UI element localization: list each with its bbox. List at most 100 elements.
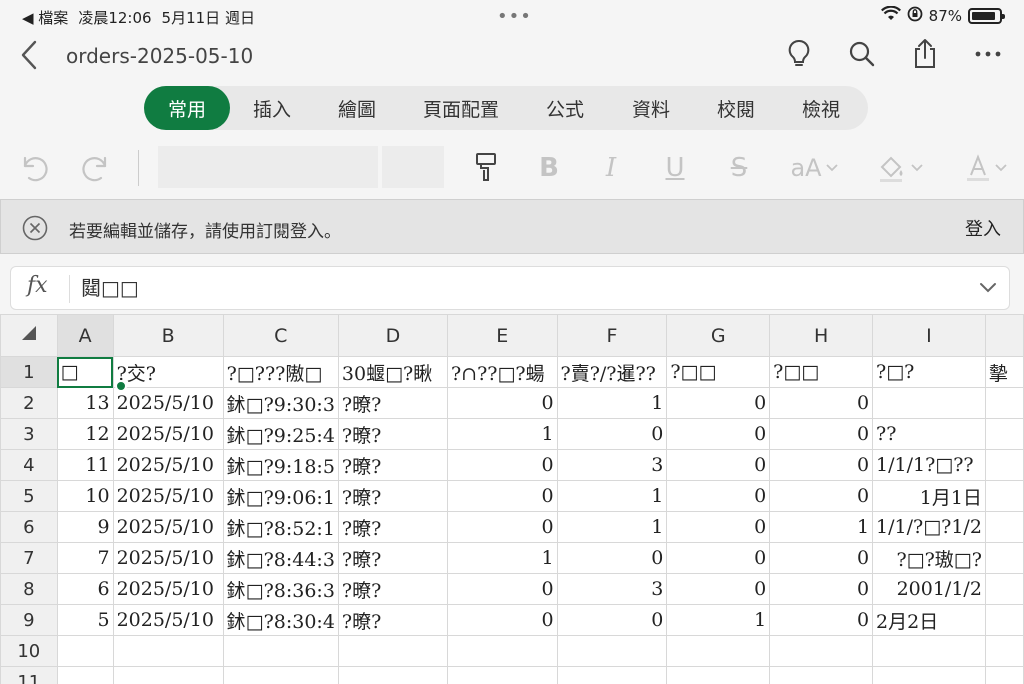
cell[interactable]: ?□□ — [769, 356, 874, 388]
formula-content[interactable]: 閮□□ — [81, 272, 139, 301]
cell[interactable]: 0 — [447, 480, 558, 512]
cell[interactable]: 0 — [666, 418, 771, 450]
row-header[interactable]: 8 — [0, 573, 58, 605]
cell[interactable]: □ — [56, 356, 114, 388]
cell[interactable]: 1 — [556, 387, 668, 419]
cell[interactable]: 0 — [666, 573, 771, 605]
cell[interactable]: 2025/5/10 — [112, 573, 224, 605]
cell[interactable]: ?暸? — [337, 542, 449, 574]
cell[interactable] — [984, 418, 1024, 450]
cell[interactable]: 0 — [666, 511, 771, 543]
cell[interactable]: 鉥□?9:25:4 — [222, 418, 339, 450]
dismiss-circle-icon[interactable] — [22, 215, 48, 241]
row-header[interactable]: 7 — [0, 542, 58, 574]
cell[interactable]: 10 — [56, 480, 114, 512]
cell[interactable]: ?賣?/?暹?? — [556, 356, 668, 388]
cell[interactable] — [556, 635, 668, 667]
cell[interactable]: 1/1/?□?1/2 — [872, 511, 986, 543]
cell[interactable]: 1 — [769, 511, 874, 543]
cell[interactable] — [984, 511, 1024, 543]
column-header[interactable]: C — [222, 314, 339, 357]
cell[interactable]: 0 — [769, 418, 874, 450]
row-header[interactable]: 10 — [0, 635, 58, 667]
cell[interactable]: ?暸? — [337, 480, 449, 512]
font-name-box[interactable] — [158, 146, 378, 188]
column-header[interactable]: F — [556, 314, 668, 357]
cell[interactable]: 0 — [666, 480, 771, 512]
cell[interactable]: 0 — [556, 418, 668, 450]
column-header[interactable]: H — [769, 314, 874, 357]
cell[interactable] — [556, 666, 668, 684]
cell[interactable]: 3 — [556, 573, 668, 605]
cell[interactable]: 2025/5/10 — [112, 604, 224, 636]
column-header[interactable]: B — [112, 314, 224, 357]
cell[interactable]: ?□???隞□ — [222, 356, 339, 388]
tab-0[interactable]: 常用 — [144, 86, 230, 130]
cell[interactable]: 鉥□?8:36:3 — [222, 573, 339, 605]
selection-handle[interactable] — [115, 380, 127, 392]
cell[interactable] — [337, 666, 449, 684]
cell[interactable]: ?暸? — [337, 387, 449, 419]
tab-7[interactable]: 檢視 — [778, 86, 864, 130]
cell[interactable]: 1 — [447, 542, 558, 574]
cell[interactable]: 3 — [556, 449, 668, 481]
cell[interactable] — [56, 666, 114, 684]
tab-3[interactable]: 頁面配置 — [400, 86, 522, 130]
cell[interactable]: 0 — [769, 573, 874, 605]
cell[interactable]: 鉥□?9:06:1 — [222, 480, 339, 512]
cell[interactable]: 0 — [769, 480, 874, 512]
cell[interactable]: ?∩??□?蝪 — [447, 356, 558, 388]
cell[interactable] — [56, 635, 114, 667]
cell[interactable] — [984, 449, 1024, 481]
select-all-corner[interactable] — [0, 314, 58, 357]
cell[interactable]: 2001/1/2 — [872, 573, 986, 605]
cell[interactable]: ?□? — [872, 356, 986, 388]
cell[interactable]: ?□?璈□? — [872, 542, 986, 574]
cell[interactable] — [984, 604, 1024, 636]
font-size-change-button[interactable]: aA — [786, 150, 842, 186]
cell[interactable] — [984, 387, 1024, 419]
cell[interactable] — [666, 666, 771, 684]
cell[interactable]: 0 — [666, 449, 771, 481]
cell[interactable] — [666, 635, 771, 667]
italic-button[interactable]: I — [596, 150, 626, 186]
back-chevron-icon[interactable] — [18, 38, 42, 72]
cell[interactable]: 0 — [556, 542, 668, 574]
row-header[interactable]: 1 — [0, 356, 58, 388]
redo-icon[interactable] — [80, 150, 112, 186]
cell[interactable]: ?暸? — [337, 449, 449, 481]
cell[interactable]: 鉥□?9:18:5 — [222, 449, 339, 481]
cell[interactable] — [984, 542, 1024, 574]
cell[interactable]: 2月2日 — [872, 604, 986, 636]
cell[interactable]: 0 — [769, 387, 874, 419]
lightbulb-icon[interactable] — [783, 36, 815, 72]
formula-bar[interactable]: fx 閮□□ — [10, 266, 1010, 310]
cell[interactable]: 9 — [56, 511, 114, 543]
column-header[interactable]: I — [872, 314, 986, 357]
cell[interactable] — [984, 480, 1024, 512]
cell[interactable]: 0 — [666, 542, 771, 574]
cell[interactable]: 2025/5/10 — [112, 511, 224, 543]
cell[interactable]: ?? — [872, 418, 986, 450]
cell[interactable]: 7 — [56, 542, 114, 574]
tab-6[interactable]: 校閱 — [694, 86, 778, 130]
cell[interactable]: 1 — [666, 604, 771, 636]
column-header[interactable] — [984, 314, 1024, 357]
tab-4[interactable]: 公式 — [522, 86, 608, 130]
back-to-app-link[interactable]: ◀ 檔案 — [22, 7, 68, 28]
cell[interactable]: 2025/5/10 — [112, 418, 224, 450]
format-painter-icon[interactable] — [470, 150, 502, 186]
cell[interactable] — [984, 666, 1024, 684]
cell[interactable]: 鉥□?8:44:3 — [222, 542, 339, 574]
cell[interactable]: 12 — [56, 418, 114, 450]
cell[interactable] — [222, 635, 339, 667]
multitasking-dots[interactable]: ••• — [497, 6, 532, 27]
fill-color-button[interactable] — [872, 150, 928, 186]
tab-1[interactable]: 插入 — [230, 86, 314, 130]
column-header[interactable]: E — [447, 314, 558, 357]
cell[interactable]: 2025/5/10 — [112, 449, 224, 481]
cell[interactable]: ?暸? — [337, 604, 449, 636]
font-color-button[interactable] — [958, 150, 1014, 186]
cell[interactable] — [447, 635, 558, 667]
cell[interactable]: ?交? — [112, 356, 224, 388]
